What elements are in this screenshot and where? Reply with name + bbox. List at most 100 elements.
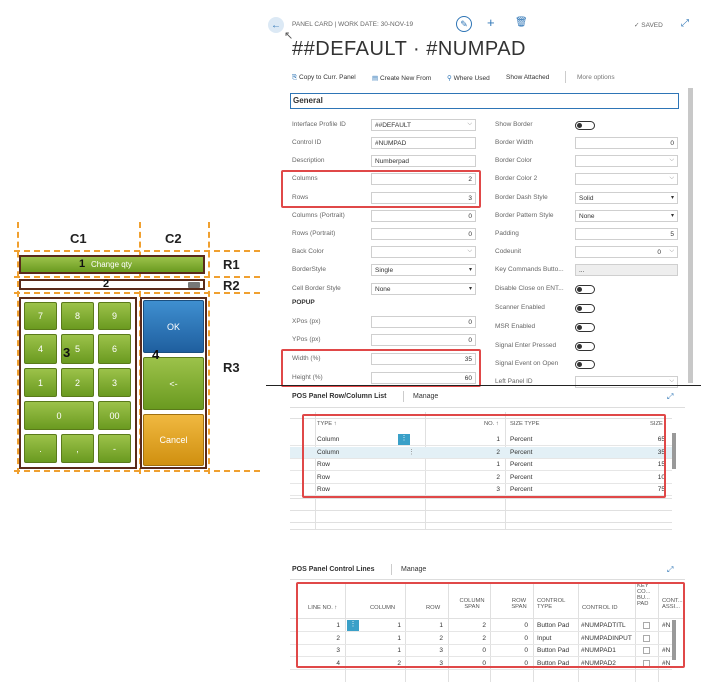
edit-icon[interactable]: ✎ xyxy=(456,16,472,32)
controls-top-border xyxy=(290,579,685,580)
field-value: 0 xyxy=(670,139,674,147)
toggle-switch[interactable] xyxy=(575,342,595,351)
list-scrollbar[interactable] xyxy=(672,433,676,469)
highlight-control-lines xyxy=(296,582,685,668)
field-label: Description xyxy=(292,157,325,164)
field-label: Key Commands Butto... xyxy=(495,266,564,273)
change-qty-button[interactable]: 1 Change qty xyxy=(19,255,205,274)
key-3[interactable]: 3 xyxy=(98,368,131,397)
popup-subheader: POPUP xyxy=(292,299,315,306)
dropdown-arrow-icon[interactable]: ▾ xyxy=(671,194,674,201)
field-input[interactable]: #NUMPAD xyxy=(371,137,476,149)
chevron-down-icon[interactable]: ⌵ xyxy=(669,378,674,385)
field-input[interactable]: 5 xyxy=(575,228,678,240)
dropdown-arrow-icon[interactable]: ▾ xyxy=(671,212,674,219)
show-attached-action[interactable]: Show Attached xyxy=(506,74,549,81)
expand-list-icon[interactable]: ⤢ xyxy=(667,392,673,402)
numpad-input[interactable]: 2 xyxy=(19,278,205,290)
controls-manage-button[interactable]: Manage xyxy=(401,566,426,573)
field-input[interactable]: ⌵ xyxy=(575,376,678,388)
ok-button[interactable]: OK xyxy=(143,300,204,353)
create-new-from-action[interactable]: ▤ Create New From xyxy=(372,74,431,82)
toggle-switch[interactable] xyxy=(575,285,595,294)
field-input[interactable]: ⌵ xyxy=(575,155,678,167)
field-input[interactable]: 0 xyxy=(371,316,476,328)
toggle-switch[interactable] xyxy=(575,360,595,369)
field-label: Border Color xyxy=(495,157,532,164)
field-label: Border Color 2 xyxy=(495,175,538,182)
field-label: YPos (px) xyxy=(292,336,321,343)
field-input[interactable]: None ▾ xyxy=(371,283,476,295)
expand-controls-icon[interactable]: ⤢ xyxy=(667,565,673,575)
key-decimal[interactable]: . xyxy=(24,434,57,463)
field-input[interactable]: 0 xyxy=(575,137,678,149)
field-input[interactable]: None ▾ xyxy=(575,210,678,222)
field-input[interactable]: Solid ▾ xyxy=(575,192,678,204)
chevron-down-icon[interactable]: ⌵ xyxy=(669,157,674,164)
field-input[interactable]: ##DEFAULT ⌵ xyxy=(371,119,476,131)
field-value: Single xyxy=(375,266,394,274)
where-used-action[interactable]: ⚲ Where Used xyxy=(447,74,490,82)
cancel-button[interactable]: Cancel xyxy=(143,414,204,466)
row-label-r3: R3 xyxy=(223,360,240,375)
rowcol-manage-button[interactable]: Manage xyxy=(413,393,438,400)
keyboard-icon[interactable] xyxy=(188,282,200,288)
chevron-down-icon[interactable]: ⌵ xyxy=(669,248,674,255)
key-4[interactable]: 4 xyxy=(24,334,57,364)
field-label: Left Panel ID xyxy=(495,378,533,385)
toggle-switch[interactable] xyxy=(575,304,595,313)
key-comma[interactable]: , xyxy=(61,434,94,463)
dropdown-arrow-icon[interactable]: ▾ xyxy=(469,285,472,292)
backspace-button[interactable]: <- xyxy=(143,357,204,410)
grid-line xyxy=(14,292,260,294)
chevron-down-icon[interactable]: ⌵ xyxy=(669,175,674,182)
field-value: #NUMPAD xyxy=(375,139,407,147)
copy-to-curr-panel-action[interactable]: ⎘ Copy to Curr. Panel xyxy=(292,74,356,82)
key-9[interactable]: 9 xyxy=(98,302,131,330)
key-00[interactable]: 00 xyxy=(98,401,131,430)
field-input[interactable]: 0 xyxy=(371,210,476,222)
key-2[interactable]: 2 xyxy=(61,368,94,397)
new-icon[interactable]: + xyxy=(487,15,495,30)
field-input[interactable]: ... xyxy=(575,264,678,276)
back-arrow-icon[interactable]: ← xyxy=(268,17,284,33)
field-label: Columns (Portrait) xyxy=(292,212,345,219)
grid-line xyxy=(14,470,260,472)
more-options-action[interactable]: More options xyxy=(577,74,615,81)
field-value: 5 xyxy=(670,230,674,238)
delete-icon[interactable]: 🗑 xyxy=(515,17,528,28)
field-input[interactable]: 0 xyxy=(371,228,476,240)
field-input[interactable]: Single ▾ xyxy=(371,264,476,276)
field-label: Scanner Enabled xyxy=(495,304,545,311)
key-7[interactable]: 7 xyxy=(24,302,57,330)
dropdown-arrow-icon[interactable]: ▾ xyxy=(469,266,472,273)
card-scrollbar[interactable] xyxy=(688,88,693,383)
field-input[interactable]: 0 ⌵ xyxy=(575,246,678,258)
row-label-r2: R2 xyxy=(223,278,240,293)
toggle-switch[interactable] xyxy=(575,121,595,130)
field-input[interactable]: Numberpad xyxy=(371,155,476,167)
expand-icon[interactable]: ⤢ xyxy=(681,18,689,29)
general-section-header[interactable]: General xyxy=(290,93,679,109)
field-label: XPos (px) xyxy=(292,318,321,325)
field-label: Signal Event on Open xyxy=(495,360,559,367)
field-label: Codeunit xyxy=(495,248,522,255)
field-input[interactable]: ⌵ xyxy=(575,173,678,185)
chevron-down-icon[interactable]: ⌵ xyxy=(467,248,472,255)
field-value: ##DEFAULT xyxy=(375,121,412,129)
controls-title: POS Panel Control Lines xyxy=(292,566,375,573)
field-label: Padding xyxy=(495,230,519,237)
key-0[interactable]: 0 xyxy=(24,401,94,430)
field-label: Interface Profile ID xyxy=(292,121,346,128)
toggle-switch[interactable] xyxy=(575,323,595,332)
field-label: Signal Enter Pressed xyxy=(495,342,557,349)
key-6[interactable]: 6 xyxy=(98,334,131,364)
field-value: None xyxy=(375,285,391,293)
change-qty-label: Change qty xyxy=(91,260,132,269)
chevron-down-icon[interactable]: ⌵ xyxy=(467,121,472,128)
key-1[interactable]: 1 xyxy=(24,368,57,397)
key-8[interactable]: 8 xyxy=(61,302,94,330)
field-input[interactable]: ⌵ xyxy=(371,246,476,258)
key-minus[interactable]: - xyxy=(98,434,131,463)
field-input[interactable]: 0 xyxy=(371,334,476,346)
